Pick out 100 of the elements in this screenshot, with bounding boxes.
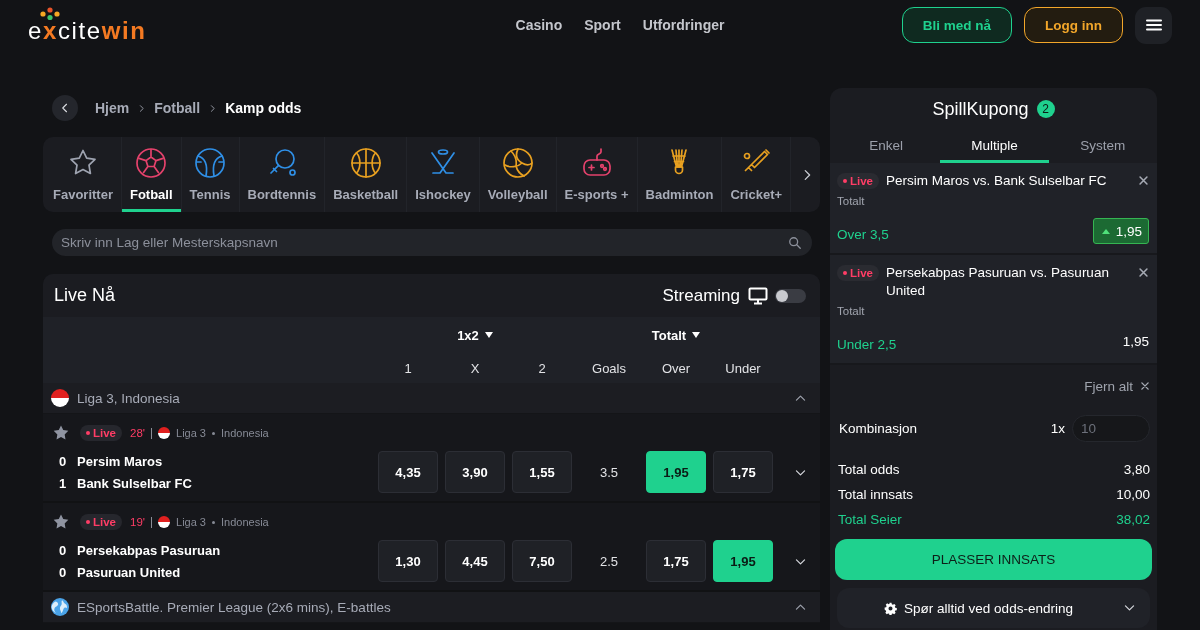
bullet-icon [212,520,215,524]
odds-button[interactable]: 1,75 [713,451,773,493]
live-dot-icon [843,179,847,183]
team-score: 1 [59,475,68,491]
count-badge: 2 [1036,100,1055,118]
up-triangle-icon [1101,228,1110,234]
sport-tab[interactable]: E-sports + [556,137,638,212]
favorite-star-icon[interactable] [52,513,70,531]
bet-selection: Over 3,5 [837,226,889,242]
close-icon[interactable] [1140,381,1150,391]
odds-button[interactable]: 4,35 [378,451,438,493]
live-dot-icon [843,271,847,275]
summary-label: Total Seier [838,512,902,527]
match-minute: 19' [130,516,145,528]
sport-tab[interactable]: Cricket+ [722,137,792,212]
favorite-star-icon[interactable] [52,424,70,442]
nav-link[interactable]: Casino [515,17,563,33]
betslip-tab[interactable]: System [1048,130,1157,163]
market-dropdown[interactable]: 1x2 [457,327,493,343]
caret-down-icon [692,332,701,338]
streaming-toggle[interactable] [775,288,806,303]
sport-tab[interactable]: Basketball [325,137,408,212]
team-score: 0 [59,564,68,580]
globe-icon [51,598,69,616]
bet-odds: 1,95 [1122,333,1149,349]
breadcrumb-link[interactable]: Kamp odds [225,100,302,116]
summary-value: 38,02 [1116,512,1150,527]
country-label: Indonesia [221,427,269,439]
sport-tab[interactable]: Fotball [121,137,182,212]
odds-button[interactable]: 3,90 [445,451,505,493]
column-header: 1 [403,360,413,376]
flag-icon [158,427,170,439]
menu-icon [1145,19,1162,31]
sport-tab[interactable]: Ishockey [407,137,480,212]
flag-icon [51,389,69,407]
betslip-title: SpillKupong [932,98,1029,120]
tennis-ball-icon [194,147,227,179]
gear-icon [884,601,898,615]
odds-button[interactable]: 1,95 [646,451,706,493]
nav-link[interactable]: Sport [584,17,621,33]
live-label: Live [850,267,873,279]
team-name: Bank Sulselbar FC [77,475,192,491]
summary-label: Total odds [838,462,900,477]
summary-label: Total innsats [838,487,914,502]
odds-button[interactable]: 7,50 [512,540,572,582]
soccer-ball-icon [135,147,168,179]
menu-button[interactable] [1135,6,1172,44]
sport-tab[interactable]: Favoritter [45,137,122,212]
column-header: Under [724,360,762,376]
nav-link[interactable]: Utfordringer [642,17,725,33]
market-dropdown[interactable]: Totalt [651,327,701,343]
column-header: Goals [591,360,627,376]
stake-field[interactable]: 10 [1072,415,1150,442]
column-header: 2 [537,360,547,376]
flag-icon [158,516,170,528]
back-button[interactable] [52,95,78,121]
odds-button[interactable]: 1,75 [646,540,706,582]
odds-button[interactable]: 1,55 [512,451,572,493]
breadcrumb-link[interactable]: Hjem [95,100,130,116]
league-label: Liga 3 [176,427,206,439]
bet-odds: 1,95 [1115,223,1142,239]
login-button[interactable]: Logg inn [1024,7,1123,43]
live-dot-icon [86,431,90,435]
logo[interactable]: excitewin [28,7,147,43]
team-name: Persim Maros [77,453,163,469]
search-icon[interactable] [788,236,802,250]
gamepad-icon [580,147,613,179]
odds-button[interactable]: 1,95 [713,540,773,582]
basketball-icon [349,147,382,179]
live-label: Live [93,427,116,439]
league-name: ESportsBattle. Premier League (2x6 mins), E-battles [77,599,391,615]
breadcrumb-chevron-icon [137,103,147,113]
clear-all-button[interactable]: Fjern alt [1084,377,1150,395]
caret-down-icon [484,332,493,338]
betslip-tab[interactable]: Enkel [832,130,941,163]
betslip-tab[interactable]: Multiple [940,130,1049,163]
odds-setting-dropdown[interactable]: Spør alltid ved odds-endring [837,588,1150,628]
bet-selection: Under 2,5 [837,336,897,352]
place-bet-button[interactable]: PLASSER INNSATS [835,539,1152,580]
bullet-icon [212,431,215,435]
join-button[interactable]: Bli med nå [901,7,1012,43]
team-score: 0 [59,542,68,558]
live-label: Live [850,175,873,187]
sport-tab[interactable]: Badminton [637,137,723,212]
odds-button[interactable]: 1,30 [378,540,438,582]
search-field[interactable]: Skriv inn Lag eller Mesterskapsnavn [52,229,812,256]
volleyball-icon [501,147,534,179]
league-name: Liga 3, Indonesia [77,390,180,406]
goal-line: 2.5 [598,553,620,569]
breadcrumb-link[interactable]: Fotball [154,100,201,116]
column-header: X [469,360,481,376]
odds-button[interactable]: 4,45 [445,540,505,582]
sport-tab[interactable]: Tennis [181,137,240,212]
section-title: Live Nå [54,285,116,306]
column-header: Over [660,360,692,376]
goal-line: 3.5 [598,464,620,480]
team-score: 0 [59,453,68,469]
sport-tab[interactable]: Bordtennis [239,137,326,212]
country-label: Indonesia [221,516,269,528]
sport-tab[interactable]: Volleyball [479,137,557,212]
